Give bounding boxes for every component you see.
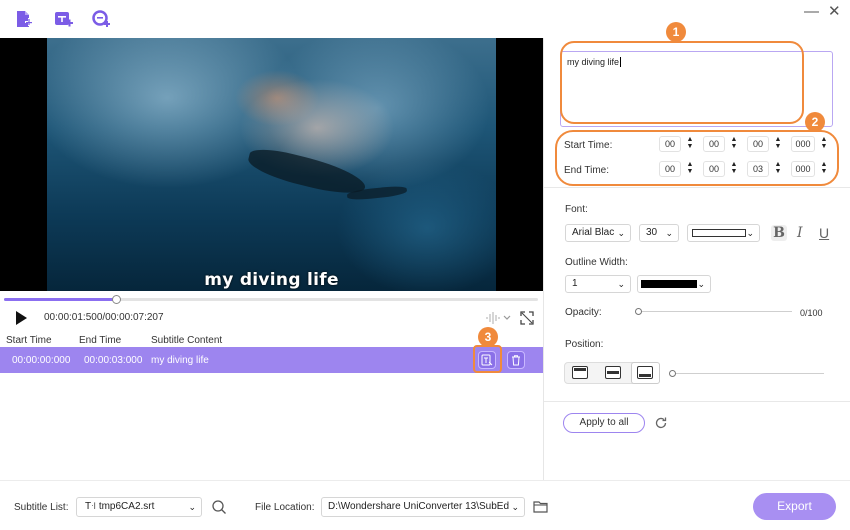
add-subtitle-icon[interactable] bbox=[52, 9, 74, 29]
start-hours-stepper[interactable]: ▲ ▼ bbox=[686, 136, 694, 150]
chevron-down-icon: ⌄ bbox=[617, 228, 625, 238]
subtitle-search-icon[interactable] bbox=[90, 9, 112, 29]
end-ms-stepper[interactable]: ▲ ▼ bbox=[820, 161, 828, 175]
bottom-divider bbox=[0, 480, 850, 481]
file-location-select[interactable]: D:\Wondershare UniConverter 13\SubEdte ⌄ bbox=[321, 497, 525, 517]
outline-color-select[interactable]: ⌄ bbox=[637, 275, 711, 293]
close-button[interactable]: ✕ bbox=[828, 4, 841, 20]
end-ms-field[interactable]: 000 bbox=[791, 161, 815, 177]
playback-time: 00:00:01:500/00:00:07:207 bbox=[44, 312, 164, 323]
progress-handle[interactable] bbox=[112, 295, 121, 304]
file-location-label: File Location: bbox=[255, 502, 315, 513]
subtitle-list-label: Subtitle List: bbox=[14, 502, 69, 513]
font-size-value: 30 bbox=[646, 227, 658, 238]
table-row[interactable] bbox=[0, 347, 543, 373]
minimize-button[interactable]: — bbox=[804, 4, 819, 20]
video-frame bbox=[47, 38, 496, 291]
outline-color-swatch bbox=[641, 280, 697, 288]
start-hours-field[interactable]: 00 bbox=[659, 136, 681, 152]
position-slider-track[interactable] bbox=[673, 373, 824, 374]
end-hours-field[interactable]: 00 bbox=[659, 161, 681, 177]
search-icon[interactable] bbox=[211, 499, 227, 518]
start-time-label: Start Time: bbox=[564, 140, 613, 151]
position-slider-handle[interactable] bbox=[669, 370, 676, 377]
column-subtitle-content: Subtitle Content bbox=[151, 335, 223, 346]
start-ms-field[interactable]: 000 bbox=[791, 136, 815, 152]
bold-button[interactable]: B bbox=[771, 225, 787, 241]
start-ms-stepper[interactable]: ▲ ▼ bbox=[820, 136, 828, 150]
position-middle-button[interactable] bbox=[605, 366, 621, 379]
reset-icon[interactable] bbox=[654, 416, 668, 433]
chevron-down-icon: ⌄ bbox=[617, 279, 625, 289]
underline-button[interactable]: U bbox=[819, 225, 829, 241]
progress-fill bbox=[4, 298, 116, 301]
end-hours-stepper[interactable]: ▲ ▼ bbox=[686, 161, 694, 175]
subtitle-file-icon: T꜊ bbox=[85, 501, 97, 512]
row-start-time: 00:00:00:000 bbox=[12, 355, 71, 366]
fullscreen-icon[interactable] bbox=[520, 311, 534, 328]
font-size-select[interactable]: 30 ⌄ bbox=[639, 224, 679, 242]
row-subtitle-content: my diving life bbox=[151, 355, 209, 366]
step-marker-3: 3 bbox=[478, 327, 498, 347]
apply-to-all-button[interactable]: Apply to all bbox=[563, 413, 645, 433]
position-top-button[interactable] bbox=[572, 366, 588, 379]
step-marker-1: 1 bbox=[666, 22, 686, 42]
end-minutes-field[interactable]: 00 bbox=[703, 161, 725, 177]
chevron-down-icon: ⌄ bbox=[697, 279, 705, 289]
chevron-down-icon: ⌄ bbox=[665, 228, 673, 238]
start-seconds-stepper[interactable]: ▲ ▼ bbox=[774, 136, 782, 150]
italic-button[interactable]: I bbox=[797, 225, 803, 241]
outline-width-select[interactable]: 1 ⌄ bbox=[565, 275, 631, 293]
play-button[interactable] bbox=[16, 311, 27, 325]
position-label: Position: bbox=[565, 339, 604, 350]
section-divider bbox=[544, 187, 850, 188]
opacity-slider-track[interactable] bbox=[640, 311, 792, 312]
opacity-slider-handle[interactable] bbox=[635, 308, 642, 315]
start-minutes-field[interactable]: 00 bbox=[703, 136, 725, 152]
audio-waveform-icon[interactable] bbox=[485, 311, 513, 328]
start-minutes-stepper[interactable]: ▲ ▼ bbox=[730, 136, 738, 150]
opacity-value: 0/100 bbox=[800, 308, 823, 318]
file-location-value: D:\Wondershare UniConverter 13\SubEdte bbox=[328, 501, 518, 512]
panel-divider bbox=[543, 38, 544, 480]
section-divider bbox=[544, 401, 850, 402]
trash-icon bbox=[512, 355, 520, 366]
end-time-label: End Time: bbox=[564, 165, 610, 176]
subtitle-list-select[interactable]: T꜊ tmp6CA2.srt ⌄ bbox=[76, 497, 202, 517]
step-marker-2: 2 bbox=[805, 112, 825, 132]
subtitle-list-value: tmp6CA2.srt bbox=[98, 501, 155, 512]
delete-subtitle-button[interactable] bbox=[507, 351, 525, 369]
highlight-box-3 bbox=[473, 345, 502, 373]
add-file-icon[interactable] bbox=[13, 9, 35, 29]
column-end-time: End Time bbox=[79, 335, 122, 346]
end-seconds-field[interactable]: 03 bbox=[747, 161, 769, 177]
chevron-down-icon: ⌄ bbox=[746, 228, 754, 238]
font-color-select[interactable]: ⌄ bbox=[687, 224, 760, 242]
video-subtitle-text: my diving life bbox=[204, 270, 339, 290]
export-button[interactable]: Export bbox=[753, 493, 836, 520]
chevron-down-icon: ⌄ bbox=[188, 502, 196, 512]
position-bottom-button[interactable] bbox=[637, 366, 653, 379]
folder-icon[interactable] bbox=[533, 500, 548, 516]
column-start-time: Start Time bbox=[6, 335, 52, 346]
outline-width-value: 1 bbox=[572, 278, 578, 289]
font-color-swatch bbox=[692, 229, 746, 237]
opacity-label: Opacity: bbox=[565, 307, 602, 318]
row-end-time: 00:00:03:000 bbox=[84, 355, 143, 366]
outline-width-label: Outline Width: bbox=[565, 257, 628, 268]
font-label: Font: bbox=[565, 204, 588, 215]
chevron-down-icon: ⌄ bbox=[509, 498, 519, 516]
font-family-select[interactable]: Arial Blac ⌄ bbox=[565, 224, 631, 242]
end-seconds-stepper[interactable]: ▲ ▼ bbox=[774, 161, 782, 175]
end-minutes-stepper[interactable]: ▲ ▼ bbox=[730, 161, 738, 175]
highlight-box-1 bbox=[560, 41, 804, 124]
font-family-value: Arial Blac bbox=[572, 227, 615, 238]
start-seconds-field[interactable]: 00 bbox=[747, 136, 769, 152]
